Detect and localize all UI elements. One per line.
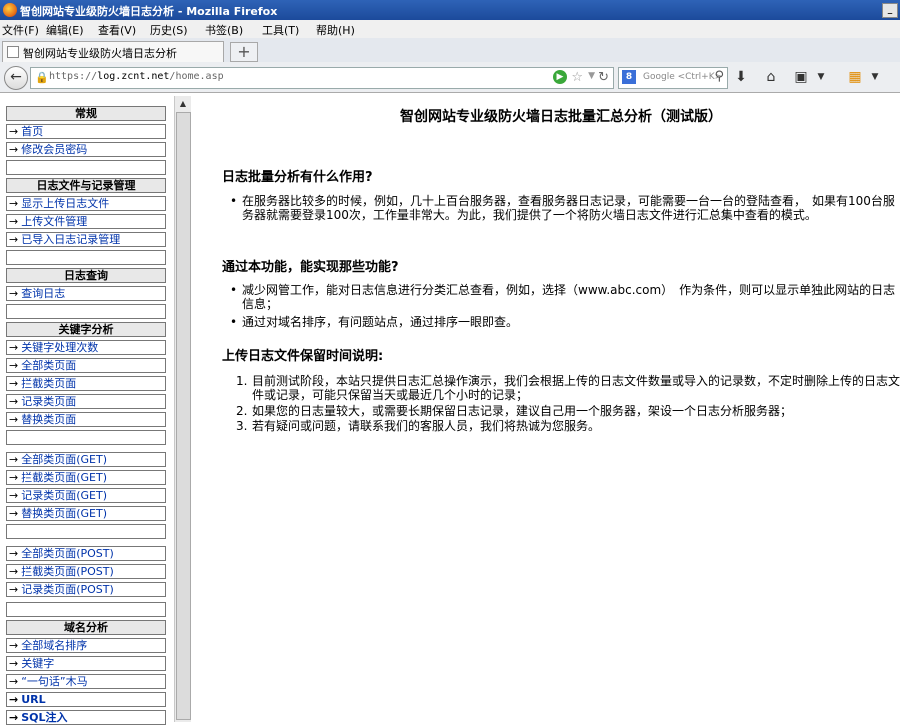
minimize-button[interactable]: _ bbox=[882, 3, 898, 18]
navigation-toolbar: ← 🔒 https://log.zcnt.net/home.asp ▶ ☆ ▼ … bbox=[0, 62, 900, 93]
menu-view[interactable]: 查看(V) bbox=[98, 22, 136, 38]
back-button[interactable]: ← bbox=[4, 66, 28, 90]
sidebar-item-change-password[interactable]: → 修改会员密码 bbox=[6, 142, 166, 157]
sidebar-item-sql-injection[interactable]: → SQL注入 bbox=[6, 710, 166, 725]
sidebar-scrollbar[interactable]: ▲ bbox=[174, 96, 191, 722]
list-item: • 通过对域名排序，有问题站点，通过排序一眼即查。 bbox=[230, 315, 519, 329]
sidebar-item-all-pages-get[interactable]: → 全部类页面(GET) bbox=[6, 452, 166, 467]
scroll-thumb[interactable] bbox=[176, 112, 191, 720]
menu-tools[interactable]: 工具(T) bbox=[262, 22, 299, 38]
bookmark-star-icon[interactable]: ☆ bbox=[571, 70, 583, 85]
addons-icon[interactable]: ▦ bbox=[846, 68, 864, 86]
sidebar-item-url[interactable]: → URL bbox=[6, 692, 166, 707]
sidebar-item-query-logs[interactable]: → 查询日志 bbox=[6, 286, 166, 301]
sidebar-item-blocked-pages-post[interactable]: → 拦截类页面(POST) bbox=[6, 564, 166, 579]
menu-edit[interactable]: 编辑(E) bbox=[46, 22, 84, 38]
search-placeholder: Google <Ctrl+K> bbox=[643, 72, 723, 82]
section-heading-retention: 上传日志文件保留时间说明: bbox=[222, 349, 384, 364]
sidebar-menu: 常规 → 首页 → 修改会员密码 日志文件与记录管理 → 显示上传日志文件 → 上传文件… bbox=[6, 98, 166, 725]
tab-active[interactable]: 智创网站专业级防火墙日志分析 bbox=[2, 41, 224, 62]
menu-help[interactable]: 帮助(H) bbox=[316, 22, 355, 38]
sidebar-item-keyword[interactable]: → 关键字 bbox=[6, 656, 166, 671]
url-dropdown-icon[interactable]: ▼ bbox=[588, 71, 595, 81]
menu-history[interactable]: 历史(S) bbox=[150, 22, 188, 38]
search-engine-icon[interactable]: 8 bbox=[622, 70, 636, 84]
sidebar-item-upload-manage[interactable]: → 上传文件管理 bbox=[6, 214, 166, 229]
window-titlebar: 智创网站专业级防火墙日志分析 - Mozilla Firefox _ bbox=[0, 0, 900, 20]
list-item: • 在服务器比较多的时候，例如，几十上百台服务器，查看服务器日志记录，可能需要一台… bbox=[230, 194, 895, 222]
sidebar-item-all-pages[interactable]: → 全部类页面 bbox=[6, 358, 166, 373]
sidebar-spacer bbox=[6, 250, 166, 265]
new-tab-button[interactable]: + bbox=[230, 42, 258, 62]
reload-icon[interactable]: ↻ bbox=[598, 70, 609, 85]
sidebar-item-logged-pages[interactable]: → 记录类页面 bbox=[6, 394, 166, 409]
window-title: 智创网站专业级防火墙日志分析 - Mozilla Firefox bbox=[20, 5, 278, 18]
page-title: 智创网站专业级防火墙日志批量汇总分析（测试版） bbox=[400, 109, 722, 125]
sidebar-spacer bbox=[6, 602, 166, 617]
sidebar-spacer bbox=[6, 304, 166, 319]
sidebar-item-blocked-pages[interactable]: → 拦截类页面 bbox=[6, 376, 166, 391]
sidebar-item-show-uploaded[interactable]: → 显示上传日志文件 bbox=[6, 196, 166, 211]
sidebar-header-domains: 域名分析 bbox=[6, 620, 166, 635]
list-item: 1. 目前测试阶段，本站只提供日志汇总操作演示，我们会根据上传的日志文件数量或导入… bbox=[236, 374, 900, 402]
lock-icon: 🔒 bbox=[35, 71, 49, 84]
sidebar-spacer bbox=[6, 430, 166, 445]
tab-title: 智创网站专业级防火墙日志分析 bbox=[23, 47, 177, 60]
section-heading-features: 通过本功能，能实现那些功能? bbox=[222, 260, 399, 275]
menu-bookmarks[interactable]: 书签(B) bbox=[205, 22, 243, 38]
url-text: https://log.zcnt.net/home.asp bbox=[49, 71, 224, 82]
go-icon[interactable]: ▶ bbox=[553, 70, 567, 84]
download-icon[interactable]: ⬇ bbox=[732, 68, 750, 86]
sidebar-item-home[interactable]: → 首页 bbox=[6, 124, 166, 139]
sidebar-spacer bbox=[6, 524, 166, 539]
section-heading-purpose: 日志批量分析有什么作用? bbox=[222, 170, 373, 185]
menu-bar: 文件(F) 编辑(E) 查看(V) 历史(S) 书签(B) 工具(T) 帮助(H… bbox=[0, 20, 900, 38]
sidebar-item-keyword-count[interactable]: → 关键字处理次数 bbox=[6, 340, 166, 355]
main-content: 智创网站专业级防火墙日志批量汇总分析（测试版） 日志批量分析有什么作用? • 在服… bbox=[222, 96, 900, 722]
list-item: 3. 若有疑问或问题，请联系我们的客服人员，我们将热诚为您服务。 bbox=[236, 419, 601, 433]
sidebar-header-query: 日志查询 bbox=[6, 268, 166, 283]
menu-file[interactable]: 文件(F) bbox=[2, 22, 39, 38]
sidebar-item-imported-records[interactable]: → 已导入日志记录管理 bbox=[6, 232, 166, 247]
sidebar-item-logged-pages-post[interactable]: → 记录类页面(POST) bbox=[6, 582, 166, 597]
screenshot-icon[interactable]: ▣ bbox=[792, 68, 810, 86]
sidebar-item-domain-sort[interactable]: → 全部域名排序 bbox=[6, 638, 166, 653]
home-icon[interactable]: ⌂ bbox=[762, 68, 780, 86]
search-icon[interactable]: ⚲ bbox=[714, 69, 724, 84]
sidebar-item-logged-pages-get[interactable]: → 记录类页面(GET) bbox=[6, 488, 166, 503]
sidebar-item-replaced-pages-get[interactable]: → 替换类页面(GET) bbox=[6, 506, 166, 521]
addons-dropdown-icon[interactable]: ▼ bbox=[866, 68, 884, 86]
back-arrow-icon: ← bbox=[10, 69, 22, 85]
list-item: • 减少网管工作，能对日志信息进行分类汇总查看，例如，选择（www.abc.com… bbox=[230, 283, 896, 311]
sidebar-item-replaced-pages[interactable]: → 替换类页面 bbox=[6, 412, 166, 427]
sidebar-item-all-pages-post[interactable]: → 全部类页面(POST) bbox=[6, 546, 166, 561]
list-item: 2. 如果您的日志量较大，或需要长期保留日志记录，建议自己用一个服务器，架设一个日… bbox=[236, 404, 793, 418]
url-bar[interactable]: 🔒 https://log.zcnt.net/home.asp ▶ ☆ ▼ ↻ bbox=[30, 67, 614, 89]
search-bar[interactable]: 8 Google <Ctrl+K> ⚲ bbox=[618, 67, 728, 89]
sidebar-spacer bbox=[6, 160, 166, 175]
tab-bar: 智创网站专业级防火墙日志分析 + bbox=[0, 38, 900, 63]
sidebar-item-webshell[interactable]: → “一句话”木马 bbox=[6, 674, 166, 689]
sidebar-header-logs: 日志文件与记录管理 bbox=[6, 178, 166, 193]
sidebar-header-general: 常规 bbox=[6, 106, 166, 121]
page-icon bbox=[7, 46, 19, 58]
sidebar-item-blocked-pages-get[interactable]: → 拦截类页面(GET) bbox=[6, 470, 166, 485]
sidebar-header-keywords: 关键字分析 bbox=[6, 322, 166, 337]
dropdown-icon[interactable]: ▼ bbox=[812, 68, 830, 86]
firefox-icon bbox=[3, 3, 17, 17]
scroll-up-icon[interactable]: ▲ bbox=[177, 98, 189, 110]
